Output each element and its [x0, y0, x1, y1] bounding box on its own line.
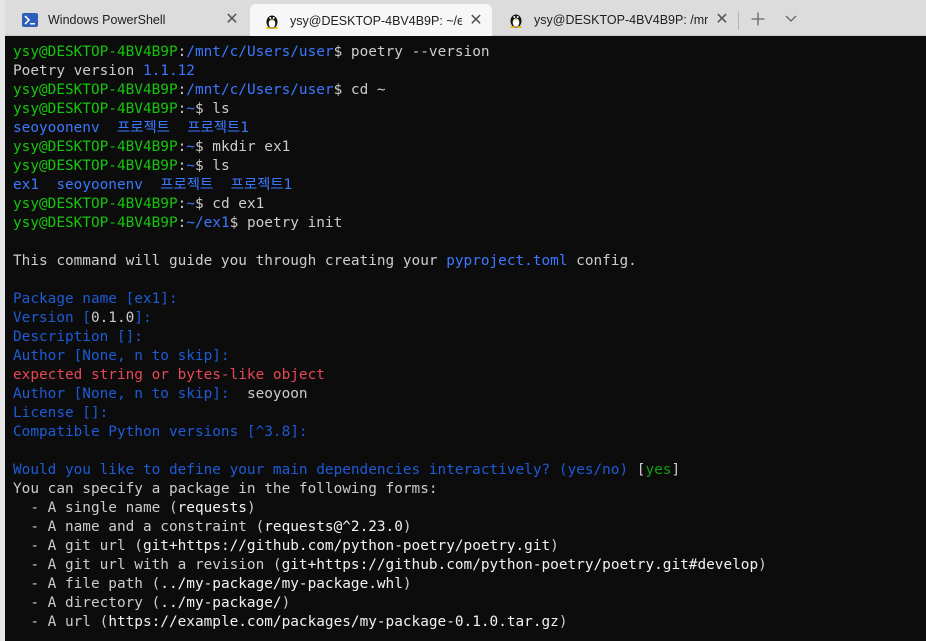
- window-left-edge: [0, 0, 5, 641]
- terminal-line: ysy@DESKTOP-4BV4B9P:/mnt/c/Users/user$ c…: [13, 82, 386, 98]
- chevron-down-icon: [785, 15, 797, 22]
- terminal-line: Package name [ex1]:: [13, 291, 178, 307]
- terminal-output[interactable]: ysy@DESKTOP-4BV4B9P:/mnt/c/Users/user$ p…: [5, 36, 926, 641]
- tab-separator: [738, 12, 739, 30]
- terminal-line: Description []:: [13, 329, 143, 345]
- terminal-line: - A single name (requests): [13, 500, 256, 516]
- linux-penguin-icon: [508, 12, 524, 28]
- terminal-line: ex1 seoyoonenv 프로젝트 프로젝트1: [13, 177, 293, 193]
- close-icon[interactable]: ✕: [712, 10, 732, 30]
- terminal-line: - A git url (git+https://github.com/pyth…: [13, 538, 559, 554]
- tab-powershell[interactable]: Windows PowerShell ✕: [8, 4, 248, 36]
- close-icon[interactable]: ✕: [466, 11, 486, 31]
- terminal-line: Author [None, n to skip]:: [13, 348, 230, 364]
- terminal-line: Would you like to define your main depen…: [13, 462, 681, 478]
- terminal-line: Poetry version 1.1.12: [13, 63, 195, 79]
- terminal-error-line: expected string or bytes-like object: [13, 367, 325, 383]
- tab-title: ysy@DESKTOP-4BV4B9P: ~/ex1: [290, 13, 462, 28]
- tab-strip: Windows PowerShell ✕ ysy@DESKTOP-4BV4B9P…: [0, 0, 926, 37]
- terminal-line: Compatible Python versions [^3.8]:: [13, 424, 308, 440]
- powershell-icon: [22, 12, 38, 28]
- terminal-line: ysy@DESKTOP-4BV4B9P:~$ mkdir ex1: [13, 139, 291, 155]
- plus-icon: [751, 12, 765, 26]
- terminal-line: - A directory (../my-package/): [13, 595, 291, 611]
- terminal-line: Version [0.1.0]:: [13, 310, 152, 326]
- new-tab-button[interactable]: [744, 4, 772, 34]
- terminal-line: - A url (https://example.com/packages/my…: [13, 614, 568, 630]
- terminal-line: ysy@DESKTOP-4BV4B9P:~$ cd ex1: [13, 196, 265, 212]
- terminal-line: ysy@DESKTOP-4BV4B9P:~$ ls: [13, 158, 230, 174]
- tab-title: Windows PowerShell: [48, 13, 166, 27]
- terminal-line: - A name and a constraint (requests@^2.2…: [13, 519, 412, 535]
- tab-ex1[interactable]: ysy@DESKTOP-4BV4B9P: ~/ex1 ✕: [250, 4, 492, 37]
- terminal-line: ysy@DESKTOP-4BV4B9P:~/ex1$ poetry init: [13, 215, 343, 231]
- terminal-line: License []:: [13, 405, 109, 421]
- terminal-line: ysy@DESKTOP-4BV4B9P:~$ ls: [13, 101, 230, 117]
- terminal-line: Author [None, n to skip]: seoyoon: [13, 386, 308, 402]
- close-icon[interactable]: ✕: [222, 10, 242, 30]
- tab-dropdown-button[interactable]: [778, 4, 804, 34]
- linux-penguin-icon: [264, 13, 280, 29]
- terminal-line: You can specify a package in the followi…: [13, 481, 438, 497]
- terminal-line: This command will guide you through crea…: [13, 253, 637, 269]
- terminal-line: seoyoonenv 프로젝트 프로젝트1: [13, 120, 249, 136]
- tab-title: ysy@DESKTOP-4BV4B9P: /mnt/c/Users/user: [534, 13, 708, 27]
- tab-mnt-user[interactable]: ysy@DESKTOP-4BV4B9P: /mnt/c/Users/user ✕: [494, 4, 738, 36]
- terminal-line: ysy@DESKTOP-4BV4B9P:/mnt/c/Users/user$ p…: [13, 44, 490, 60]
- terminal-line: - A file path (../my-package/my-package.…: [13, 576, 412, 592]
- terminal-line: - A git url with a revision (git+https:/…: [13, 557, 767, 573]
